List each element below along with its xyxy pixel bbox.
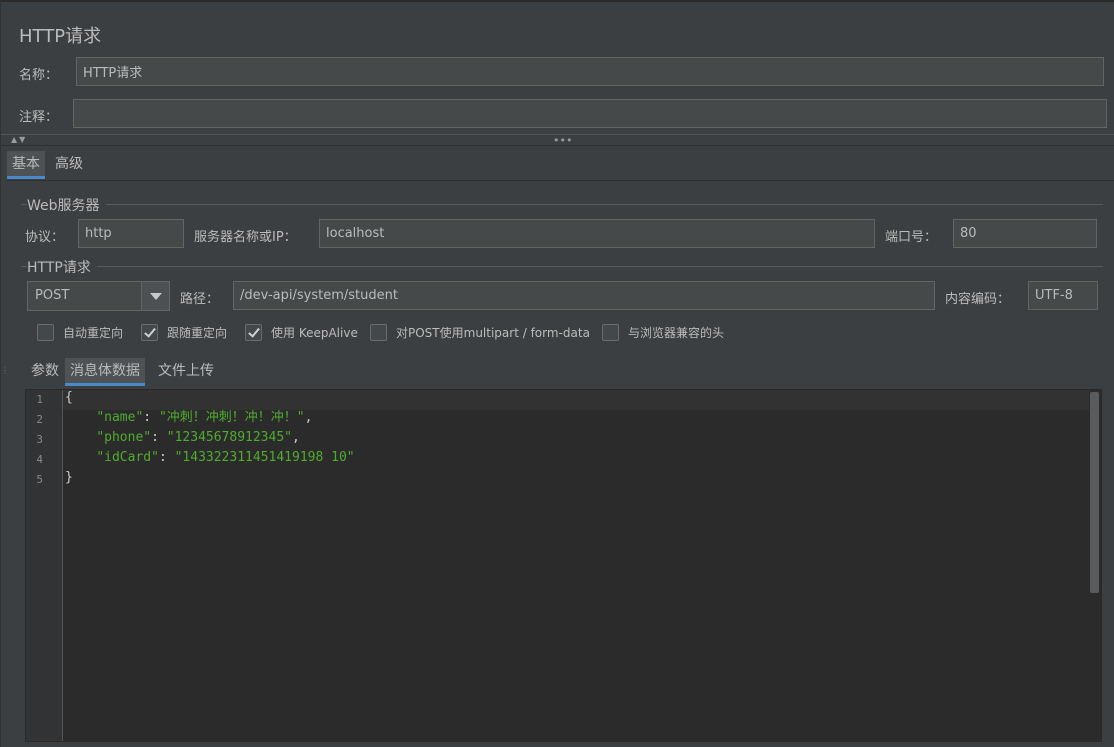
checkbox-box[interactable] — [141, 324, 158, 341]
code-line: "idCard": "143322311451419198 10" — [96, 450, 355, 465]
resize-grip-icon[interactable]: ⋮ — [1, 367, 9, 386]
follow-redirect-checkbox[interactable]: 跟随重定向 — [141, 324, 227, 341]
multipart-checkbox[interactable]: 对POST使用multipart / form-data — [370, 324, 590, 341]
checkbox-box[interactable] — [370, 324, 387, 341]
drag-handle-icon[interactable]: ••• — [553, 134, 572, 147]
code-line: { — [65, 390, 73, 405]
keepalive-checkbox[interactable]: 使用 KeepAlive — [245, 324, 358, 341]
tab-parameters[interactable]: 参数 — [26, 358, 64, 386]
tab-file-upload[interactable]: 文件上传 — [153, 358, 219, 386]
server-field[interactable]: localhost — [319, 219, 875, 248]
code-area[interactable]: { "name": "冲刺！冲刺！冲！冲！", "phone": "123456… — [63, 390, 1089, 741]
comment-label: 注释： — [19, 110, 59, 125]
code-line: "name": "冲刺！冲刺！冲！冲！", — [96, 410, 313, 425]
json-key: "phone" — [96, 430, 152, 445]
code-line: } — [65, 470, 73, 485]
line-number: 3 — [36, 433, 43, 446]
checkbox-label: 对POST使用multipart / form-data — [396, 326, 590, 340]
line-number: 5 — [36, 473, 43, 486]
checkbox-box[interactable] — [245, 324, 262, 341]
json-key: "name" — [96, 410, 144, 425]
name-field[interactable]: HTTP请求 — [76, 57, 1104, 86]
path-field[interactable]: /dev-api/system/student — [233, 281, 935, 310]
http-request-panel: HTTP请求 名称： HTTP请求 注释： ▲▼ ••• 基本 高级 Web服务… — [0, 0, 1114, 747]
body-editor[interactable]: 1 2 3 4 5 { "name": "冲刺！冲刺！冲！冲！", "phone… — [25, 389, 1102, 742]
checkbox-box[interactable] — [602, 324, 619, 341]
line-number-gutter: 1 2 3 4 5 — [26, 390, 63, 741]
line-number: 1 — [36, 393, 43, 406]
panel-splitter[interactable]: ▲▼ ••• — [1, 134, 1114, 147]
tab-advanced[interactable]: 高级 — [50, 151, 88, 179]
line-number: 4 — [36, 453, 43, 466]
http-request-group-border — [21, 266, 1103, 267]
protocol-field[interactable]: http — [78, 219, 184, 248]
collapse-arrows-icon[interactable]: ▲▼ — [11, 135, 27, 144]
web-server-group-title: Web服务器 — [27, 195, 106, 215]
auto-redirect-checkbox[interactable]: 自动重定向 — [37, 324, 123, 341]
comment-field[interactable] — [73, 99, 1107, 128]
checkbox-label: 自动重定向 — [63, 326, 124, 340]
checkbox-box[interactable] — [37, 324, 54, 341]
web-server-group-border — [21, 204, 1103, 205]
checkbox-label: 与浏览器兼容的头 — [628, 326, 725, 340]
method-select[interactable]: POST — [27, 281, 170, 311]
port-field[interactable]: 80 — [953, 219, 1097, 248]
current-line-highlight — [63, 390, 1089, 410]
chevron-down-icon — [150, 293, 162, 300]
line-number: 2 — [36, 413, 43, 426]
method-dropdown-button[interactable] — [141, 282, 169, 310]
method-value: POST — [35, 288, 70, 303]
code-line: "phone": "12345678912345", — [96, 430, 300, 445]
port-label: 端口号： — [885, 230, 938, 245]
encoding-field[interactable]: UTF-8 — [1028, 281, 1098, 310]
server-label: 服务器名称或IP： — [194, 230, 297, 245]
json-value: "冲刺！冲刺！冲！冲！" — [158, 410, 305, 425]
browser-headers-checkbox[interactable]: 与浏览器兼容的头 — [602, 324, 724, 341]
protocol-label: 协议： — [25, 230, 65, 245]
path-label: 路径： — [180, 292, 220, 307]
tabbar-divider — [7, 180, 1114, 181]
json-value: "12345678912345" — [166, 430, 292, 445]
http-request-group-title: HTTP请求 — [27, 257, 97, 277]
checkbox-label: 使用 KeepAlive — [271, 326, 358, 340]
editor-scrollbar[interactable] — [1089, 390, 1100, 741]
json-key: "idCard" — [96, 450, 159, 465]
tab-body-data[interactable]: 消息体数据 — [65, 358, 145, 386]
encoding-label: 内容编码： — [945, 292, 1011, 307]
scrollbar-thumb[interactable] — [1090, 392, 1099, 593]
name-label: 名称： — [19, 68, 59, 83]
tab-basic[interactable]: 基本 — [7, 151, 45, 179]
json-value: "143322311451419198 10" — [174, 450, 355, 465]
checkbox-label: 跟随重定向 — [167, 326, 228, 340]
panel-title: HTTP请求 — [19, 26, 102, 47]
